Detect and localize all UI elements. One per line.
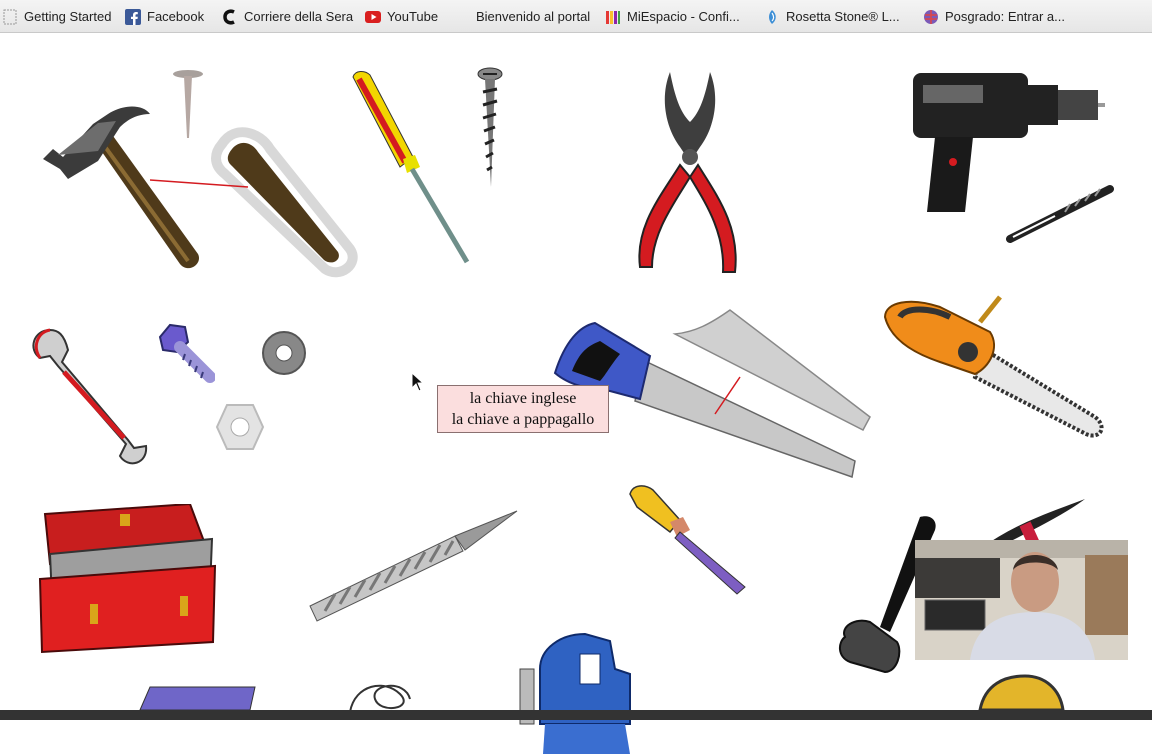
presenter-image xyxy=(915,540,1128,660)
page-icon xyxy=(3,9,17,24)
toolbox-image[interactable] xyxy=(30,504,220,654)
tape-measure-image[interactable] xyxy=(975,674,1065,710)
pliers-image[interactable] xyxy=(630,67,750,277)
screwdriver-image[interactable] xyxy=(345,67,475,267)
bookmark-label: Bienvenido al portal xyxy=(476,9,591,24)
chisel-image[interactable] xyxy=(625,482,755,597)
rope-image[interactable] xyxy=(345,674,420,714)
bookmark-label: MiEspacio - Confi... xyxy=(627,9,740,24)
tooltip-line-1: la chiave inglese xyxy=(469,390,577,407)
washer-image[interactable] xyxy=(260,329,308,377)
corriere-icon xyxy=(223,8,235,25)
bookmark-label: Getting Started xyxy=(24,9,112,24)
bookmark-bienvenido[interactable]: Bienvenido al portal xyxy=(476,0,590,33)
bookmark-facebook[interactable]: Facebook xyxy=(125,0,204,33)
tooltip-line-2: la chiave a pappagallo xyxy=(451,411,595,428)
book-image[interactable] xyxy=(135,682,260,712)
saw-blade-image[interactable] xyxy=(665,302,880,437)
mouse-cursor-icon xyxy=(411,372,425,392)
bookmarks-bar: Getting Started Facebook Corriere della … xyxy=(0,0,1152,33)
globe-icon xyxy=(924,9,938,24)
bookmark-label: Corriere della Sera xyxy=(244,9,354,24)
bookmark-label: Facebook xyxy=(147,9,205,24)
chainsaw-image[interactable] xyxy=(880,292,1110,442)
window-bottom-edge xyxy=(0,710,1152,720)
bookmark-label: Posgrado: Entrar a... xyxy=(945,9,1065,24)
nut-image[interactable] xyxy=(215,401,265,453)
hammer-handle-image[interactable] xyxy=(150,124,360,284)
bookmark-posgrado[interactable]: Posgrado: Entrar a... xyxy=(923,0,1065,33)
file-image[interactable] xyxy=(305,506,525,631)
youtube-icon xyxy=(365,10,381,23)
bolt-image[interactable] xyxy=(155,322,215,384)
rosetta-icon xyxy=(769,9,776,24)
vise-image[interactable] xyxy=(515,629,640,754)
bookmark-getting-started[interactable]: Getting Started xyxy=(2,0,111,33)
bookmark-youtube[interactable]: YouTube xyxy=(365,0,438,33)
bookmark-miespacio[interactable]: MiEspacio - Confi... xyxy=(605,0,740,33)
drill-bit-image[interactable] xyxy=(1005,184,1115,249)
wrench-image[interactable] xyxy=(28,324,153,469)
word-tooltip: la chiave inglese la chiave a pappagallo xyxy=(437,385,609,433)
facebook-icon xyxy=(125,8,141,25)
bookmark-label: Rosetta Stone® L... xyxy=(786,9,900,24)
screw-image[interactable] xyxy=(473,67,508,192)
miespacio-icon xyxy=(606,10,620,24)
webcam-video xyxy=(915,540,1128,660)
bookmark-rosetta[interactable]: Rosetta Stone® L... xyxy=(764,0,900,33)
bookmark-label: YouTube xyxy=(387,9,439,24)
bookmark-corriere[interactable]: Corriere della Sera xyxy=(222,0,353,33)
